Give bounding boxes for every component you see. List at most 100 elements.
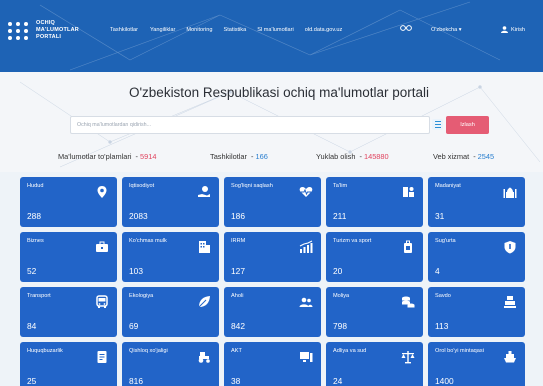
logo-text: OCHIQ MA'LUMOTLAR PORTALI	[36, 20, 79, 41]
search-button[interactable]: Izlash	[446, 116, 489, 134]
portal-logo[interactable]: OCHIQ MA'LUMOTLAR PORTALI	[8, 20, 79, 41]
login-label: Kirish	[511, 26, 525, 33]
tile-label: Sug'urta	[435, 238, 456, 244]
tile-label: Biznes	[27, 238, 44, 244]
category-huquqbuzarlik[interactable]: Huquqbuzarlik 25	[20, 342, 117, 386]
education-icon	[403, 187, 414, 197]
stat-downloads-value: 145880	[363, 152, 389, 161]
language-dropdown[interactable]: O'zbekcha ▾	[431, 27, 462, 33]
tile-label: Ekologiya	[129, 293, 154, 299]
tile-label: Transport	[27, 293, 51, 299]
category-ekologiya[interactable]: Ekologiya 69	[122, 287, 219, 337]
ship-icon	[504, 351, 516, 363]
category-turizm-va-sport[interactable]: Turizm va sport 20	[326, 232, 423, 282]
category-savdo[interactable]: Savdo 113	[428, 287, 525, 337]
stat-datasets-label: Ma'lumotlar to'plamlari	[58, 152, 132, 161]
tile-count: 84	[27, 321, 37, 331]
building-icon	[199, 241, 210, 253]
tile-count: 103	[129, 266, 143, 276]
shield-icon	[504, 241, 516, 254]
filter-icon[interactable]	[432, 119, 443, 130]
nav-statistika[interactable]: Statistika	[224, 27, 247, 33]
category-transport[interactable]: Transport 84	[20, 287, 117, 337]
tile-count: 211	[333, 211, 347, 221]
mosque-icon	[503, 187, 517, 198]
tile-label: IRRM	[231, 238, 246, 244]
tile-count: 24	[333, 376, 343, 386]
stat-organizations[interactable]: Tashkilotlar -166	[210, 152, 268, 161]
network-background	[39, 1, 501, 71]
category-grid: Hudud 288 Iqtisodiyot 2083 Sog'liqni saqla…	[20, 177, 527, 386]
category-hudud[interactable]: Hudud 288	[20, 177, 117, 227]
tile-count: 127	[231, 266, 245, 276]
user-icon	[501, 26, 508, 33]
tile-count: 2083	[129, 211, 148, 221]
stat-organizations-label: Tashkilotlar	[210, 152, 247, 161]
stat-webservices-label: Veb xizmat	[433, 152, 470, 161]
location-pin-icon	[97, 186, 107, 198]
tile-count: 842	[231, 321, 245, 331]
stat-webservices[interactable]: Veb xizmat -2545	[433, 152, 494, 161]
tile-count: 31	[435, 211, 445, 221]
category-qishloq-xojaligi[interactable]: Qishloq xo'jaligi 816	[122, 342, 219, 386]
tile-count: 4	[435, 266, 440, 276]
category-moliya[interactable]: Moliya 798	[326, 287, 423, 337]
stat-webservices-value: 2545	[477, 152, 495, 161]
tile-count: 20	[333, 266, 343, 276]
luggage-icon	[404, 240, 412, 253]
stat-downloads[interactable]: Yuklab olish -145880	[316, 152, 389, 161]
category-akt[interactable]: AKT 38	[224, 342, 321, 386]
tile-label: Huquqbuzarlik	[27, 348, 63, 354]
users-icon	[299, 297, 313, 307]
category-iqtisodiyot[interactable]: Iqtisodiyot 2083	[122, 177, 219, 227]
stat-datasets[interactable]: Ma'lumotlar to'plamlari -5914	[58, 152, 156, 161]
tile-count: 288	[27, 211, 41, 221]
tile-count: 38	[231, 376, 241, 386]
tile-count: 113	[435, 321, 449, 331]
nav-tashkilotlar[interactable]: Tashkilotlar	[110, 27, 138, 33]
tile-label: Aholi	[231, 293, 244, 299]
category-orol-boyi-mintaqasi[interactable]: Orol bo'yi mintaqasi 1400	[428, 342, 525, 386]
tile-count: 69	[129, 321, 139, 331]
top-header: OCHIQ MA'LUMOTLAR PORTALI Tashkilotlar Y…	[0, 0, 543, 72]
main-nav: Tashkilotlar Yangiliklar Monitoring Stat…	[110, 27, 353, 33]
category-adliya-va-sud[interactable]: Adliya va sud 24	[326, 342, 423, 386]
category-irrm[interactable]: IRRM 127	[224, 232, 321, 282]
tile-label: Ko'chmas mulk	[129, 238, 167, 244]
nav-yangiliklar[interactable]: Yangiliklar	[150, 27, 175, 33]
search-placeholder: Ochiq ma'lumotlardan qidirish...	[77, 122, 152, 128]
tile-label: Orol bo'yi mintaqasi	[435, 348, 484, 354]
bus-icon	[96, 295, 108, 308]
stat-datasets-value: 5914	[139, 152, 157, 161]
tile-label: Turizm va sport	[333, 238, 372, 244]
category-sugurta[interactable]: Sug'urta 4	[428, 232, 525, 282]
category-madaniyat[interactable]: Madaniyat 31	[428, 177, 525, 227]
tile-label: Qishloq xo'jaligi	[129, 348, 168, 354]
cash-register-icon	[504, 296, 516, 308]
category-aholi[interactable]: Aholi 842	[224, 287, 321, 337]
tile-label: Iqtisodiyot	[129, 183, 155, 189]
tile-label: Moliya	[333, 293, 350, 299]
search-input[interactable]: Ochiq ma'lumotlardan qidirish...	[70, 116, 430, 134]
category-biznes[interactable]: Biznes 52	[20, 232, 117, 282]
category-sogliqni-saqlash[interactable]: Sog'liqni saqlash 186	[224, 177, 321, 227]
category-talim[interactable]: Ta'lim 211	[326, 177, 423, 227]
nav-monitoring[interactable]: Monitoring	[186, 27, 212, 33]
nav-old-data[interactable]: old.data.gov.uz	[305, 27, 343, 33]
glasses-icon[interactable]	[400, 24, 412, 34]
category-kochmas-mulk[interactable]: Ko'chmas mulk 103	[122, 232, 219, 282]
logo-line-2: MA'LUMOTLAR	[36, 27, 79, 33]
scales-icon	[401, 351, 415, 364]
nav-sl-malumotlari[interactable]: Sl ma'lumotlari	[257, 27, 294, 33]
logo-line-1: OCHIQ	[36, 20, 56, 26]
tile-label: Madaniyat	[435, 183, 461, 189]
page-title: O'zbekiston Respublikasi ochiq ma'lumotl…	[128, 85, 430, 100]
briefcase-icon	[96, 241, 108, 252]
tile-count: 798	[333, 321, 347, 331]
logo-line-3: PORTALI	[36, 34, 62, 40]
tile-count: 52	[27, 266, 37, 276]
tile-label: Ta'lim	[333, 183, 348, 189]
logo-dots-icon	[8, 21, 29, 40]
tile-label: AKT	[231, 348, 242, 354]
login-button[interactable]: Kirish	[501, 26, 525, 33]
